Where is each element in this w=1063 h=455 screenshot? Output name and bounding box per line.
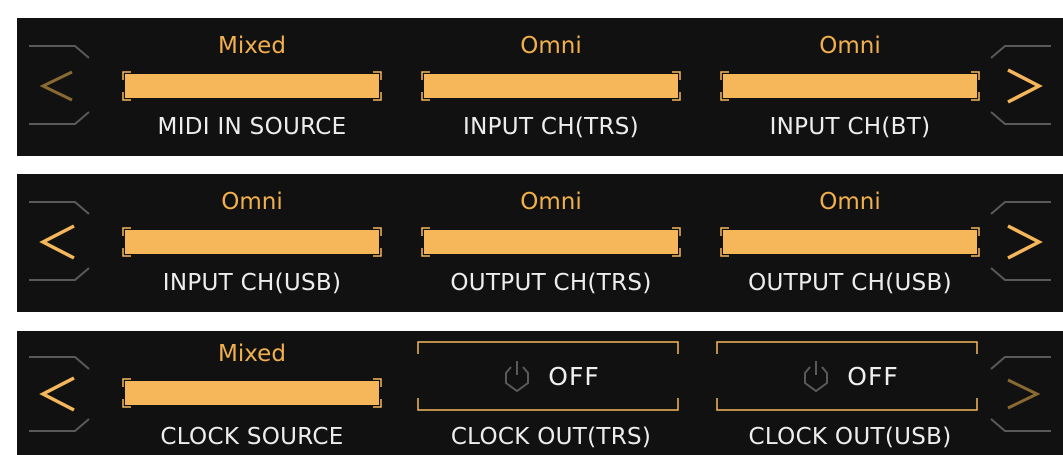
setting-output-ch-usb: Omni OUTPUT CH(USB): [715, 174, 985, 312]
value-bar-fill: [125, 74, 379, 98]
prev-page-button[interactable]: [17, 174, 107, 312]
value-bar[interactable]: [715, 226, 985, 258]
setting-clock-out-trs: OFF CLOCK OUT(TRS): [416, 331, 686, 455]
setting-clock-source: Mixed CLOCK SOURCE: [117, 331, 387, 455]
value-bar[interactable]: [117, 226, 387, 258]
setting-midi-in-source: Mixed MIDI IN SOURCE: [117, 18, 387, 156]
power-icon: [804, 361, 829, 393]
setting-value: Omni: [520, 189, 582, 215]
chevron-right-icon: [990, 356, 1051, 432]
toggle-state: OFF: [847, 361, 899, 391]
setting-value: Omni: [520, 33, 582, 59]
setting-clock-out-usb: OFF CLOCK OUT(USB): [715, 331, 985, 455]
setting-value: Omni: [819, 33, 881, 59]
value-bar[interactable]: [117, 70, 387, 102]
chevron-left-icon: [29, 201, 90, 281]
next-page-button[interactable]: [973, 18, 1063, 156]
power-icon: [505, 361, 530, 393]
settings-row-clock: Mixed CLOCK SOURCE OFF CLOCK OUT(TRS) OF…: [17, 331, 1063, 455]
setting-label: INPUT CH(TRS): [463, 114, 639, 140]
value-bar-fill: [424, 74, 678, 98]
value-bar-fill: [723, 74, 977, 98]
prev-page-button[interactable]: [17, 18, 107, 156]
setting-label: INPUT CH(BT): [769, 114, 931, 140]
value-bar-fill: [125, 381, 379, 405]
chevron-left-icon: [29, 45, 90, 125]
value-bar-fill: [424, 230, 678, 254]
toggle-state: OFF: [548, 361, 600, 391]
chevron-left-icon: [29, 356, 90, 432]
value-bar-fill: [125, 230, 379, 254]
toggle-button[interactable]: OFF: [416, 340, 686, 412]
setting-value: Omni: [819, 189, 881, 215]
setting-label: OUTPUT CH(TRS): [450, 270, 652, 296]
value-bar-fill: [723, 230, 977, 254]
value-bar[interactable]: [416, 70, 686, 102]
prev-page-button[interactable]: [17, 331, 107, 455]
chevron-right-icon: [990, 201, 1051, 281]
setting-output-ch-trs: Omni OUTPUT CH(TRS): [416, 174, 686, 312]
settings-row-channels: Omni INPUT CH(USB) Omni OUTPUT CH(TRS) O…: [17, 174, 1063, 312]
setting-value: Mixed: [218, 33, 286, 59]
setting-input-ch-bt: Omni INPUT CH(BT): [715, 18, 985, 156]
toggle-button[interactable]: OFF: [715, 340, 985, 412]
setting-input-ch-trs: Omni INPUT CH(TRS): [416, 18, 686, 156]
next-page-button[interactable]: [973, 174, 1063, 312]
setting-label: CLOCK SOURCE: [160, 424, 344, 450]
value-bar[interactable]: [416, 226, 686, 258]
setting-value: Mixed: [218, 341, 286, 367]
settings-row-midi-input: Mixed MIDI IN SOURCE Omni INPUT CH(TRS) …: [17, 18, 1063, 156]
setting-label: OUTPUT CH(USB): [748, 270, 952, 296]
chevron-right-icon: [990, 45, 1051, 125]
value-bar[interactable]: [715, 70, 985, 102]
setting-input-ch-usb: Omni INPUT CH(USB): [117, 174, 387, 312]
next-page-button[interactable]: [973, 331, 1063, 455]
value-bar[interactable]: [117, 377, 387, 409]
setting-label: INPUT CH(USB): [162, 270, 342, 296]
setting-value: Omni: [221, 189, 283, 215]
setting-label: CLOCK OUT(TRS): [450, 424, 652, 450]
setting-label: MIDI IN SOURCE: [157, 114, 347, 140]
setting-label: CLOCK OUT(USB): [748, 424, 952, 450]
